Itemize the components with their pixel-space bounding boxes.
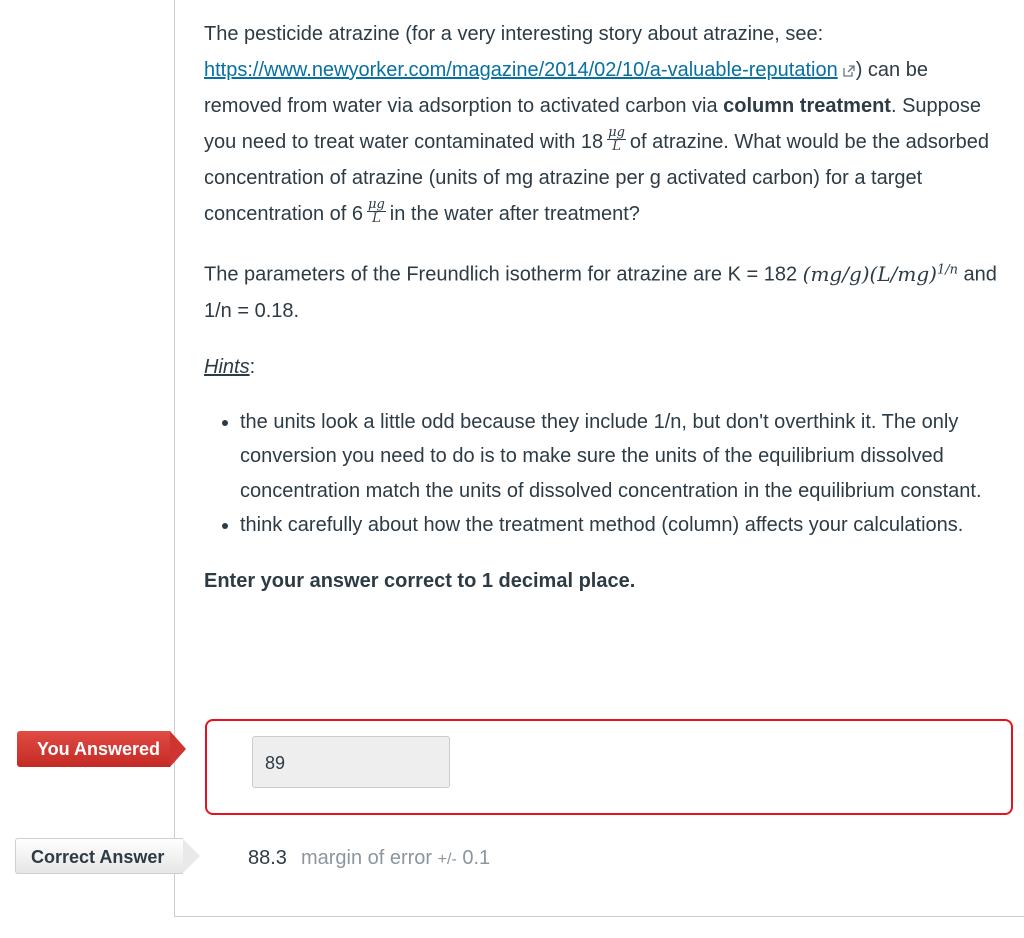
hint-item: think carefully about how the treatment …: [240, 508, 1004, 543]
margin-value: 0.1: [462, 847, 491, 869]
correct-answer-value: 88.3: [248, 847, 287, 869]
math-superscript: 1/n: [936, 262, 958, 277]
your-answer-box: 89: [205, 719, 1013, 815]
hints-label: Hints: [204, 355, 250, 378]
units-math: (mg/g)(L/mg)1/n: [803, 262, 958, 286]
text: The parameters of the Freundlich isother…: [204, 263, 803, 286]
text: :: [249, 355, 256, 378]
answer-input[interactable]: 89: [252, 736, 450, 788]
hint-item: the units look a little odd because they…: [240, 405, 1004, 509]
text: The pesticide atrazine (for a very inter…: [204, 23, 824, 45]
plus-minus: +/-: [437, 851, 457, 868]
margin-of-error: margin of error +/- 0.1: [301, 847, 490, 869]
answer-instruction: Enter your answer correct to 1 decimal p…: [204, 569, 636, 592]
correct-answer-badge: Correct Answer: [15, 838, 200, 874]
hints-heading: Hints:: [204, 349, 1004, 385]
fraction-numerator: μg: [607, 125, 626, 141]
math-text: (mg/g)(L/mg): [802, 261, 937, 286]
text: in the water after treatment?: [389, 203, 640, 225]
unit-fraction-ug-per-l: μg L: [607, 126, 626, 153]
emphasis-column-treatment: column treatment: [723, 95, 891, 117]
fraction-denominator: L: [612, 139, 621, 155]
fraction-numerator: μg: [367, 197, 386, 213]
external-link-icon: [843, 65, 855, 77]
correct-answer-row: 88.3 margin of error +/- 0.1: [248, 842, 490, 876]
question-paragraph-2: The parameters of the Freundlich isother…: [204, 252, 1004, 329]
question-paragraph-1: The pesticide atrazine (for a very inter…: [204, 16, 1004, 232]
question-text: The pesticide atrazine (for a very inter…: [204, 16, 1004, 619]
unit-fraction-ug-per-l: μg L: [367, 198, 386, 225]
newyorker-link[interactable]: https://www.newyorker.com/magazine/2014/…: [204, 59, 838, 81]
fraction-denominator: L: [372, 211, 381, 227]
you-answered-badge: You Answered: [17, 731, 186, 767]
hints-list: the units look a little odd because they…: [204, 405, 1004, 543]
margin-label: margin of error: [300, 847, 433, 869]
